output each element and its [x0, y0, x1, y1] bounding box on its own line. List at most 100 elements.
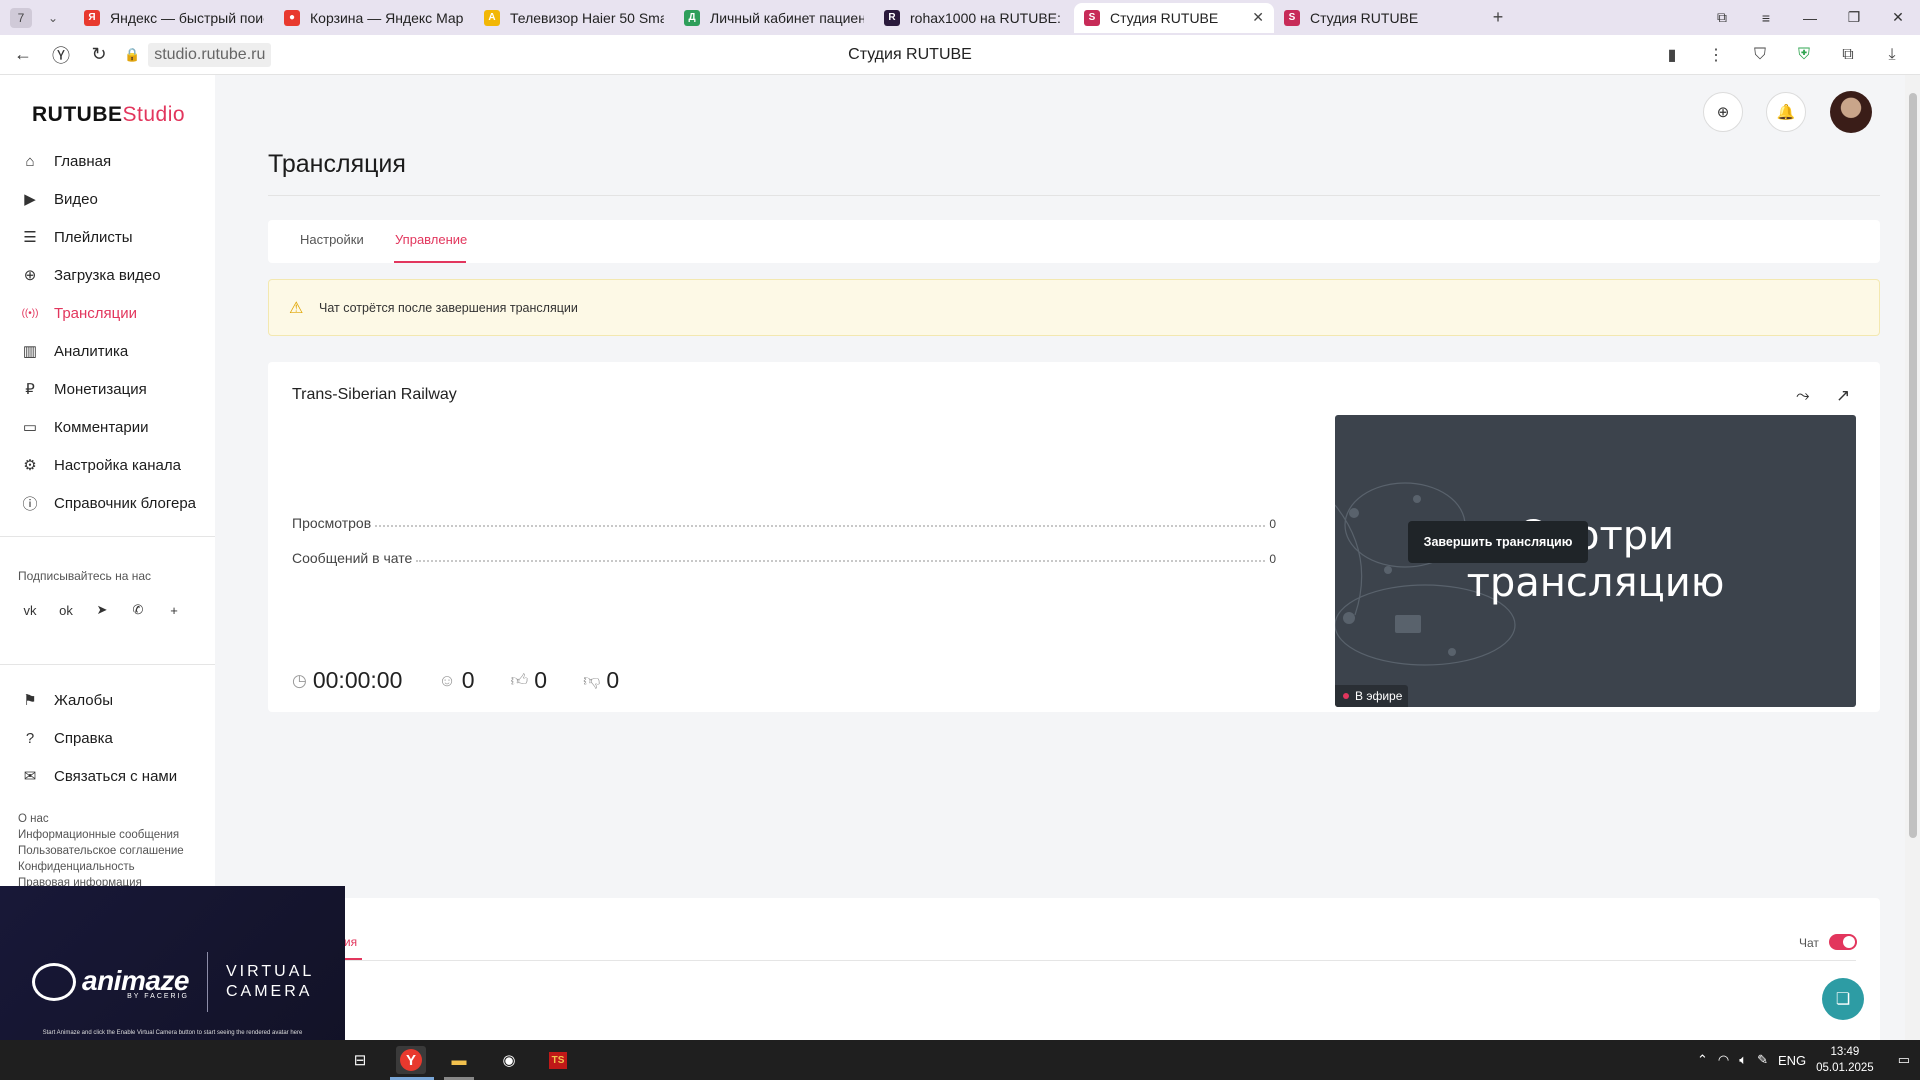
sidebar-item-label: Монетизация [54, 380, 147, 398]
footer-link[interactable]: Конфиденциальность [18, 859, 184, 875]
sidebar-item[interactable]: ▥ Аналитика [20, 332, 210, 370]
active-tab-underline [394, 261, 466, 263]
notification-center-icon[interactable]: ▭ [1898, 1052, 1910, 1068]
tab-manage[interactable]: Управление [395, 232, 467, 247]
tab-settings[interactable]: Настройки [300, 232, 364, 247]
sidebar-item[interactable]: ⚑ Жалобы [20, 681, 210, 719]
video-icon: ▶ [24, 191, 36, 208]
support-chat-button[interactable]: ❏ [1822, 978, 1864, 1020]
social-links: vk ok ➤ ✆ + [18, 598, 198, 622]
notifications-button[interactable]: 🔔 [1766, 92, 1806, 132]
add-content-button[interactable]: ⊕ [1703, 92, 1743, 132]
footer-link[interactable]: Информационные сообщения [18, 827, 184, 843]
home-icon: ⌂ [25, 152, 35, 170]
stat-leader [375, 525, 1266, 527]
tsrs-app-icon[interactable]: TS [543, 1046, 573, 1074]
share-icon[interactable]: ⤳ [1796, 386, 1810, 406]
bookmark-icon[interactable]: ▮ [1650, 45, 1694, 65]
volume-icon[interactable]: 🔈︎ [1739, 1052, 1747, 1068]
browser-tab[interactable]: ● Корзина — Яндекс Маркет [274, 3, 474, 33]
animaze-face-icon [32, 963, 76, 1001]
url-field[interactable]: 🔒 studio.rutube.ru [124, 42, 272, 67]
new-tab-button[interactable]: + [1486, 6, 1510, 30]
telegram-icon[interactable]: ➤ [90, 598, 114, 622]
browser-tab[interactable]: S Студия RUTUBE ✕ [1074, 2, 1274, 33]
sidebar-item[interactable]: ⓘ Справочник блогера [20, 484, 210, 522]
viber-icon[interactable]: ✆ [126, 598, 150, 622]
sidebar-item[interactable]: ⊕ Загрузка видео [20, 256, 210, 294]
tab-title: Личный кабинет пациента [710, 9, 864, 26]
collections-icon[interactable]: ⧉ [1700, 9, 1744, 26]
more-icon[interactable]: + [162, 598, 186, 622]
help-icon: ? [25, 729, 35, 747]
sidebar-item[interactable]: ⌂ Главная [20, 142, 210, 180]
close-tab-icon[interactable]: ✕ [1252, 9, 1264, 26]
sidebar-item[interactable]: ✉ Связаться с нами [20, 757, 210, 795]
footer-link[interactable]: О нас [18, 811, 184, 827]
external-link-icon[interactable]: ↗ [1836, 386, 1850, 406]
sidebar-item[interactable]: ▭ Комментарии [20, 408, 210, 446]
overlay-separator [207, 952, 208, 1012]
more-icon[interactable]: ⋮ [1694, 45, 1738, 65]
sidebar-item[interactable]: ⚙ Настройка канала [20, 446, 210, 484]
tray-expand-icon[interactable]: ⌃ [1697, 1052, 1708, 1068]
task-view-icon[interactable]: ⊟ [345, 1046, 375, 1074]
system-tray: ⌃ ◠ 🔈︎ ✎ ENG 13:49 05.01.2025 ▭ [1697, 1040, 1920, 1080]
file-explorer-icon[interactable]: ▬ [444, 1046, 474, 1074]
comment-icon: ▭ [22, 419, 38, 436]
messages-divider [292, 960, 1856, 961]
browser-tab[interactable]: S Студия RUTUBE [1274, 3, 1474, 33]
tab-favicon-icon: S [1084, 9, 1100, 26]
restore-icon[interactable]: ❐ [1832, 9, 1876, 26]
extensions-icon[interactable]: ⧉ [1826, 46, 1870, 64]
yandex-browser-icon[interactable]: Y [396, 1046, 426, 1074]
reload-icon[interactable]: ↻ [84, 40, 114, 70]
odnoklassniki-icon[interactable]: ok [54, 598, 78, 622]
browser-tab[interactable]: Д Личный кабинет пациента [674, 3, 874, 33]
minimize-icon[interactable]: — [1788, 10, 1832, 26]
browser-tab[interactable]: Я Яндекс — быстрый поиск [74, 3, 274, 33]
back-icon[interactable]: ← [8, 40, 38, 70]
scrollbar-thumb[interactable] [1909, 93, 1917, 838]
menu-icon[interactable]: ≡ [1744, 10, 1788, 26]
pen-icon[interactable]: ✎ [1757, 1052, 1768, 1068]
clock[interactable]: 13:49 05.01.2025 [1816, 1044, 1874, 1076]
likes-value: 0 [534, 667, 548, 693]
vk-icon[interactable]: vk [18, 598, 42, 622]
rutube-studio-logo[interactable]: RUTUBEStudio [32, 103, 185, 127]
protect-icon[interactable]: ⛉ [1738, 46, 1782, 64]
close-window-icon[interactable]: ✕ [1876, 9, 1920, 26]
download-icon[interactable]: ⤓ [1870, 46, 1914, 64]
ruble-icon: ₽ [25, 381, 35, 398]
vc-line-1: VIRTUAL [226, 963, 315, 980]
sidebar-item[interactable]: ((•)) Трансляции [20, 294, 210, 332]
animaze-logo: animaze BY FACERIG VIRTUAL CAMERA [32, 952, 314, 1012]
tab-counter[interactable]: 7 [10, 7, 32, 28]
tab-strip: Я Яндекс — быстрый поиск ● Корзина — Яндекс… [74, 0, 1474, 35]
stream-name: Trans-Siberian Railway [292, 386, 457, 403]
obs-icon[interactable]: ◉ [494, 1046, 524, 1074]
tab-favicon-icon: ● [284, 9, 300, 26]
security-shield-icon[interactable]: ⛨ [1782, 46, 1826, 64]
browser-tab[interactable]: A Телевизор Haier 50 Smart [474, 3, 674, 33]
page-scrollbar[interactable] [1905, 75, 1920, 1040]
animaze-brand: animaze [82, 964, 190, 996]
upload-icon: ⊕ [23, 267, 37, 284]
page-title: Трансляция [268, 150, 406, 178]
yandex-icon[interactable]: Ⓨ [46, 40, 76, 70]
metric-viewers: ☺ 0 [438, 667, 474, 694]
sidebar-item[interactable]: ▶ Видео [20, 180, 210, 218]
avatar[interactable] [1830, 91, 1872, 133]
sidebar-item[interactable]: ☰ Плейлисты [20, 218, 210, 256]
language-indicator[interactable]: ENG [1778, 1053, 1806, 1068]
tab-favicon-icon: Д [684, 9, 700, 26]
network-icon[interactable]: ◠ [1718, 1052, 1729, 1068]
footer-link[interactable]: Пользовательское соглашение [18, 843, 184, 859]
browser-tab[interactable]: Rrohax1000 на RUTUBE: 3 г [874, 3, 1074, 33]
stat-label: Просмотров [292, 515, 372, 531]
end-stream-button[interactable]: Завершить трансляцию [1408, 521, 1588, 563]
sidebar-item[interactable]: ? Справка [20, 719, 210, 757]
tabs-dropdown-icon[interactable]: ⌄ [42, 11, 64, 25]
chat-toggle[interactable] [1829, 934, 1857, 950]
sidebar-item[interactable]: ₽ Монетизация [20, 370, 210, 408]
